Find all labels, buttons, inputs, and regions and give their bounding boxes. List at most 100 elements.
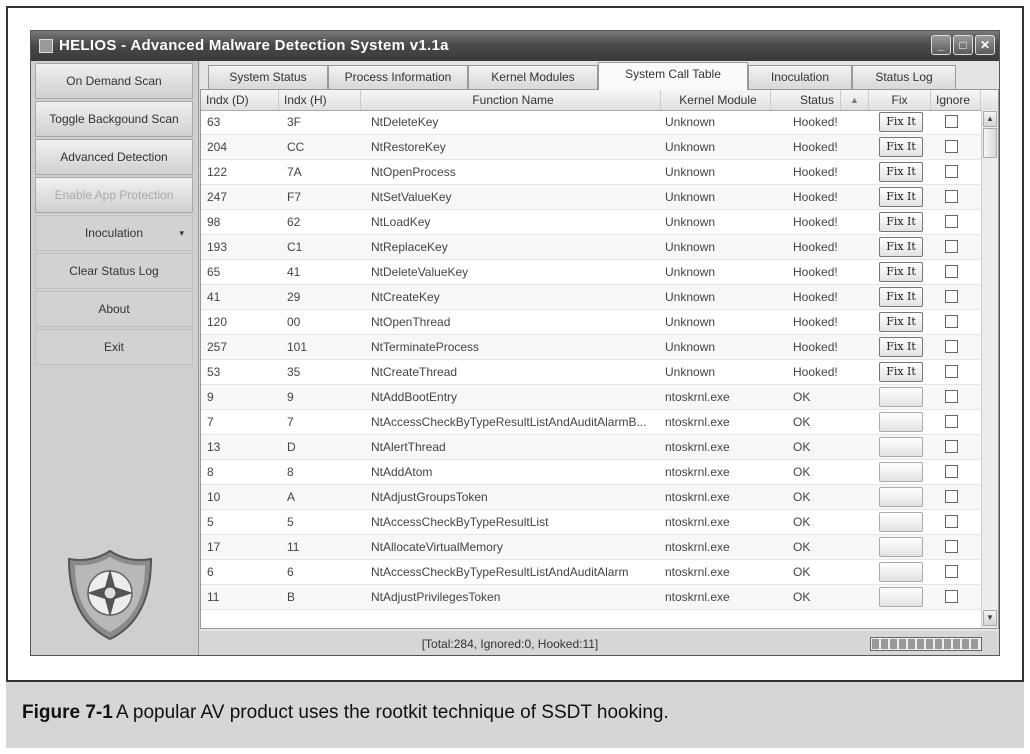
on-demand-scan-button[interactable]: On Demand Scan <box>35 63 193 99</box>
system-call-table: Indx (D) Indx (H) Function Name Kernel M… <box>200 89 999 629</box>
exit-button[interactable]: Exit <box>35 329 193 365</box>
table-row[interactable]: 63 3F NtDeleteKey Unknown Hooked! Fix It <box>201 110 981 135</box>
ignore-checkbox[interactable] <box>945 190 958 203</box>
table-row[interactable]: 65 41 NtDeleteValueKey Unknown Hooked! Fix It <box>201 260 981 285</box>
table-row[interactable]: 8 8 NtAddAtom ntoskrnl.exe OK <box>201 460 981 485</box>
column-header-index-decimal[interactable]: Indx (D) <box>201 90 279 110</box>
column-header-function-name[interactable]: Function Name <box>361 90 661 110</box>
fix-it-button <box>879 462 923 482</box>
cell-kernel-module: ntoskrnl.exe <box>665 390 730 404</box>
cell-function-name: NtAccessCheckByTypeResultListAndAuditAla… <box>371 565 629 579</box>
table-row[interactable]: 122 7A NtOpenProcess Unknown Hooked! Fix It <box>201 160 981 185</box>
vertical-scrollbar[interactable]: ▲ ▼ <box>981 110 998 628</box>
close-button[interactable]: ✕ <box>975 35 995 55</box>
status-bar: [Total:284, Ignored:0, Hooked:11] <box>200 631 999 655</box>
ignore-checkbox[interactable] <box>945 165 958 178</box>
fix-it-button[interactable]: Fix It <box>879 312 923 332</box>
toggle-background-scan-button[interactable]: Toggle Backgound Scan <box>35 101 193 137</box>
fix-it-button[interactable]: Fix It <box>879 262 923 282</box>
app-window: HELIOS - Advanced Malware Detection Syst… <box>30 30 1000 656</box>
table-row[interactable]: 120 00 NtOpenThread Unknown Hooked! Fix It <box>201 310 981 335</box>
cell-index-hex: 6 <box>287 565 294 579</box>
cell-index-hex: 29 <box>287 290 301 304</box>
ignore-checkbox[interactable] <box>945 440 958 453</box>
table-row[interactable]: 11 B NtAdjustPrivilegesToken ntoskrnl.exe OK <box>201 585 981 610</box>
fix-it-button[interactable]: Fix It <box>879 112 923 132</box>
cell-index-decimal: 257 <box>207 340 228 354</box>
sidebar-item-label: Advanced Detection <box>60 150 168 164</box>
column-header-fix[interactable]: Fix <box>869 90 931 110</box>
ignore-checkbox[interactable] <box>945 590 958 603</box>
ignore-checkbox[interactable] <box>945 365 958 378</box>
table-row[interactable]: 257 101 NtTerminateProcess Unknown Hooked! Fi… <box>201 335 981 360</box>
ignore-checkbox[interactable] <box>945 340 958 353</box>
cell-function-name: NtAddBootEntry <box>371 390 458 404</box>
table-row[interactable]: 53 35 NtCreateThread Unknown Hooked! Fix It <box>201 360 981 385</box>
about-button[interactable]: About <box>35 291 193 327</box>
ignore-checkbox[interactable] <box>945 140 958 153</box>
table-row[interactable]: 204 CC NtRestoreKey Unknown Hooked! Fix It <box>201 135 981 160</box>
cell-index-decimal: 122 <box>207 165 228 179</box>
table-row[interactable]: 98 62 NtLoadKey Unknown Hooked! Fix It <box>201 210 981 235</box>
ignore-checkbox[interactable] <box>945 515 958 528</box>
ignore-checkbox[interactable] <box>945 390 958 403</box>
table-row[interactable]: 13 D NtAlertThread ntoskrnl.exe OK <box>201 435 981 460</box>
tab-status-log[interactable]: Status Log <box>852 65 956 89</box>
ignore-checkbox[interactable] <box>945 290 958 303</box>
fix-it-button[interactable]: Fix It <box>879 287 923 307</box>
cell-index-hex: 5 <box>287 515 294 529</box>
inoculation-menu-button[interactable]: Inoculation ▾ <box>35 215 193 251</box>
clear-status-log-button[interactable]: Clear Status Log <box>35 253 193 289</box>
ignore-checkbox[interactable] <box>945 565 958 578</box>
ignore-checkbox[interactable] <box>945 465 958 478</box>
ignore-checkbox[interactable] <box>945 265 958 278</box>
table-row[interactable]: 5 5 NtAccessCheckByTypeResultList ntoskrnl.… <box>201 510 981 535</box>
fix-it-button[interactable]: Fix It <box>879 337 923 357</box>
maximize-button[interactable]: □ <box>953 35 973 55</box>
scrollbar-thumb[interactable] <box>983 128 997 158</box>
table-row[interactable]: 9 9 NtAddBootEntry ntoskrnl.exe OK <box>201 385 981 410</box>
tab-kernel-modules[interactable]: Kernel Modules <box>468 65 598 89</box>
cell-function-name: NtCreateKey <box>371 290 440 304</box>
tab-system-call-table[interactable]: System Call Table <box>598 62 748 90</box>
cell-kernel-module: Unknown <box>665 190 716 204</box>
column-header-status[interactable]: Status <box>771 90 841 110</box>
fix-it-button[interactable]: Fix It <box>879 162 923 182</box>
ignore-checkbox[interactable] <box>945 240 958 253</box>
advanced-detection-button[interactable]: Advanced Detection <box>35 139 193 175</box>
table-row[interactable]: 193 C1 NtReplaceKey Unknown Hooked! Fix It <box>201 235 981 260</box>
sort-ascending-icon[interactable]: ▲ <box>841 90 869 110</box>
fix-it-button <box>879 587 923 607</box>
table-row[interactable]: 6 6 NtAccessCheckByTypeResultListAndAuditA… <box>201 560 981 585</box>
column-header-index-hex[interactable]: Indx (H) <box>279 90 361 110</box>
ignore-checkbox[interactable] <box>945 540 958 553</box>
ignore-checkbox[interactable] <box>945 215 958 228</box>
ignore-checkbox[interactable] <box>945 490 958 503</box>
scroll-down-arrow-icon[interactable]: ▼ <box>983 610 997 626</box>
title-bar[interactable]: HELIOS - Advanced Malware Detection Syst… <box>31 31 999 61</box>
sidebar-item-label: Clear Status Log <box>69 264 159 278</box>
ignore-checkbox[interactable] <box>945 115 958 128</box>
fix-it-button[interactable]: Fix It <box>879 137 923 157</box>
table-row[interactable]: 247 F7 NtSetValueKey Unknown Hooked! Fix It <box>201 185 981 210</box>
column-header-ignore[interactable]: Ignore <box>931 90 981 110</box>
ignore-checkbox[interactable] <box>945 315 958 328</box>
tab-system-status[interactable]: System Status <box>208 65 328 89</box>
scroll-up-arrow-icon[interactable]: ▲ <box>983 111 997 127</box>
fix-it-button[interactable]: Fix It <box>879 237 923 257</box>
cell-function-name: NtOpenProcess <box>371 165 456 179</box>
fix-it-button[interactable]: Fix It <box>879 187 923 207</box>
fix-it-button[interactable]: Fix It <box>879 362 923 382</box>
cell-function-name: NtAdjustPrivilegesToken <box>371 590 501 604</box>
ignore-checkbox[interactable] <box>945 415 958 428</box>
minimize-button[interactable]: _ <box>931 35 951 55</box>
table-row[interactable]: 10 A NtAdjustGroupsToken ntoskrnl.exe OK <box>201 485 981 510</box>
column-header-kernel-module[interactable]: Kernel Module <box>661 90 771 110</box>
fix-it-button[interactable]: Fix It <box>879 212 923 232</box>
tab-inoculation[interactable]: Inoculation <box>748 65 852 89</box>
table-row[interactable]: 17 11 NtAllocateVirtualMemory ntoskrnl.exe O… <box>201 535 981 560</box>
tab-process-information[interactable]: Process Information <box>328 65 468 89</box>
table-row[interactable]: 41 29 NtCreateKey Unknown Hooked! Fix It <box>201 285 981 310</box>
window-title: HELIOS - Advanced Malware Detection Syst… <box>59 37 449 54</box>
table-row[interactable]: 7 7 NtAccessCheckByTypeResultListAndAuditA… <box>201 410 981 435</box>
